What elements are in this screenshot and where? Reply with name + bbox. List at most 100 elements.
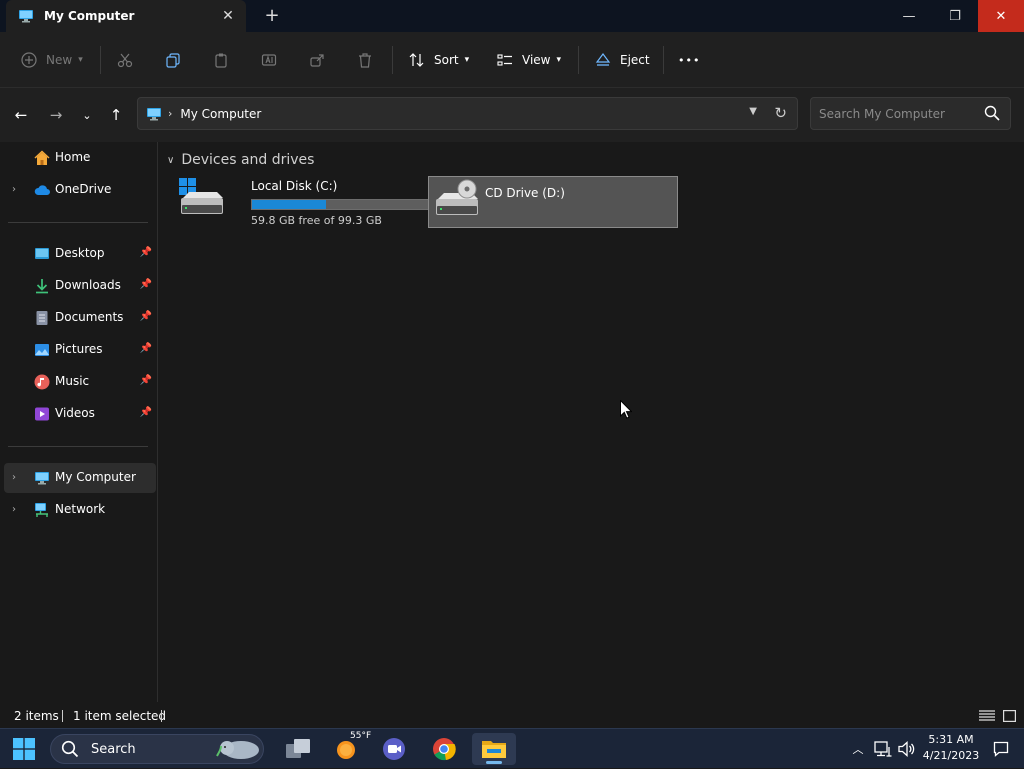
close-tab-icon[interactable]: ✕ bbox=[220, 8, 236, 24]
drive-cd-drive-d[interactable]: CD Drive (D:) bbox=[428, 176, 678, 228]
delete-button[interactable] bbox=[356, 44, 382, 76]
divider bbox=[62, 710, 63, 722]
show-hidden-icons-button[interactable]: ︿ bbox=[848, 729, 868, 769]
sidebar-item-onedrive[interactable]: › OneDrive bbox=[4, 175, 156, 205]
document-icon bbox=[36, 311, 48, 325]
minimize-button[interactable]: — bbox=[886, 0, 932, 32]
task-view-button[interactable] bbox=[278, 733, 318, 765]
sidebar-item-network[interactable]: › Network bbox=[4, 495, 156, 525]
chevron-right-icon[interactable]: › bbox=[12, 184, 16, 195]
up-button[interactable]: ↑ bbox=[105, 104, 127, 126]
computer-icon bbox=[35, 472, 49, 485]
new-label: New bbox=[46, 53, 73, 67]
share-button[interactable] bbox=[308, 44, 334, 76]
file-explorer-button[interactable] bbox=[472, 733, 516, 765]
chevron-down-icon[interactable]: ▼ bbox=[749, 106, 757, 117]
teams-chat-button[interactable] bbox=[374, 733, 414, 765]
sidebar-item-pictures[interactable]: Pictures 📌 bbox=[4, 335, 156, 365]
drive-local-disk-c[interactable]: Local Disk (C:) 59.8 GB free of 99.3 GB bbox=[179, 176, 440, 228]
sidebar-item-documents[interactable]: Documents 📌 bbox=[4, 303, 156, 333]
view-label: View bbox=[522, 53, 551, 67]
details-view-icon[interactable] bbox=[979, 710, 995, 722]
content-pane: ∨ Devices and drives Local Disk (C:) 59.… bbox=[159, 142, 1024, 702]
divider bbox=[663, 46, 664, 74]
group-header-devices[interactable]: ∨ Devices and drives bbox=[167, 152, 314, 168]
network-status-button[interactable] bbox=[872, 729, 894, 769]
rename-button[interactable] bbox=[260, 44, 286, 76]
sort-button[interactable]: Sort ▾ bbox=[408, 44, 469, 76]
weather-widget[interactable]: 55°F bbox=[326, 731, 371, 765]
search-icon bbox=[61, 740, 79, 758]
new-tab-button[interactable]: + bbox=[262, 6, 282, 26]
hard-drive-icon bbox=[179, 178, 223, 214]
paste-button[interactable] bbox=[212, 44, 238, 76]
start-button[interactable] bbox=[4, 733, 44, 765]
notification-icon bbox=[993, 741, 1009, 757]
manatee-icon bbox=[216, 741, 259, 759]
recent-locations-button[interactable]: ⌄ bbox=[76, 104, 98, 126]
arrow-up-icon: ↑ bbox=[109, 106, 123, 124]
breadcrumb-my-computer[interactable]: My Computer bbox=[180, 107, 261, 121]
sidebar-item-downloads[interactable]: Downloads 📌 bbox=[4, 271, 156, 301]
chrome-button[interactable] bbox=[424, 733, 464, 765]
selection-count: 1 item selected bbox=[73, 709, 167, 723]
home-icon bbox=[34, 150, 50, 165]
eject-button[interactable]: Eject bbox=[594, 44, 650, 76]
computer-icon bbox=[19, 10, 33, 23]
title-bar: My Computer ✕ + — ❐ ✕ bbox=[0, 0, 1024, 32]
picture-icon bbox=[35, 344, 49, 356]
sidebar-item-label: Network bbox=[55, 502, 106, 516]
restore-button[interactable]: ❐ bbox=[932, 0, 978, 32]
pin-icon[interactable]: 📌 bbox=[140, 279, 152, 290]
chevron-right-icon[interactable]: › bbox=[12, 504, 16, 515]
task-view-icon bbox=[286, 739, 310, 758]
tab-my-computer[interactable]: My Computer ✕ bbox=[6, 0, 246, 32]
view-button[interactable]: View ▾ bbox=[496, 44, 561, 76]
search-label: Search bbox=[91, 741, 136, 757]
sidebar-item-videos[interactable]: Videos 📌 bbox=[4, 399, 156, 429]
volume-button[interactable] bbox=[896, 729, 918, 769]
sidebar-item-home[interactable]: Home bbox=[4, 143, 156, 173]
network-icon bbox=[35, 503, 48, 517]
chevron-right-icon[interactable]: › bbox=[12, 472, 16, 483]
sidebar-item-my-computer[interactable]: › My Computer bbox=[4, 463, 156, 493]
chevron-down-icon: ⌄ bbox=[82, 108, 92, 122]
system-clock[interactable]: 5:31 AM 4/21/2023 bbox=[918, 732, 984, 764]
chevron-right-icon: › bbox=[168, 107, 173, 120]
tiles-view-icon[interactable] bbox=[1003, 710, 1016, 722]
close-window-button[interactable]: ✕ bbox=[978, 0, 1024, 32]
taskbar-search[interactable]: Search bbox=[50, 734, 264, 764]
new-button[interactable]: New ▾ bbox=[20, 44, 83, 76]
windows-logo-icon bbox=[13, 738, 35, 760]
forward-button[interactable]: → bbox=[45, 104, 67, 126]
copy-button[interactable] bbox=[164, 44, 190, 76]
notifications-button[interactable] bbox=[990, 729, 1012, 769]
pin-icon[interactable]: 📌 bbox=[140, 343, 152, 354]
clock-time: 5:31 AM bbox=[928, 733, 974, 746]
pin-icon[interactable]: 📌 bbox=[140, 247, 152, 258]
video-icon bbox=[35, 407, 49, 421]
pin-icon[interactable]: 📌 bbox=[140, 407, 152, 418]
refresh-icon[interactable]: ↻ bbox=[774, 104, 787, 122]
cut-button[interactable] bbox=[116, 44, 142, 76]
chevron-down-icon: ▾ bbox=[78, 55, 83, 65]
address-bar[interactable]: › My Computer ▼ ↻ bbox=[137, 97, 798, 130]
trash-icon bbox=[356, 51, 374, 69]
download-icon bbox=[36, 279, 48, 294]
view-list-icon bbox=[496, 51, 514, 69]
chevron-down-icon: ▾ bbox=[464, 55, 470, 65]
sidebar-item-music[interactable]: Music 📌 bbox=[4, 367, 156, 397]
back-button[interactable]: ← bbox=[10, 104, 32, 126]
more-options-button[interactable]: ••• bbox=[678, 44, 700, 76]
navigation-bar: ← → ⌄ ↑ › My Computer ▼ ↻ bbox=[0, 88, 1024, 142]
pin-icon[interactable]: 📌 bbox=[140, 311, 152, 322]
search-box[interactable] bbox=[810, 97, 1011, 130]
search-icon[interactable] bbox=[984, 105, 1000, 121]
folder-icon bbox=[482, 741, 506, 758]
pin-icon[interactable]: 📌 bbox=[140, 375, 152, 386]
search-input[interactable] bbox=[819, 105, 979, 123]
chrome-icon bbox=[433, 738, 456, 761]
mouse-cursor-icon bbox=[620, 400, 632, 419]
chevron-down-icon: ∨ bbox=[167, 154, 175, 166]
sidebar-item-desktop[interactable]: Desktop 📌 bbox=[4, 239, 156, 269]
